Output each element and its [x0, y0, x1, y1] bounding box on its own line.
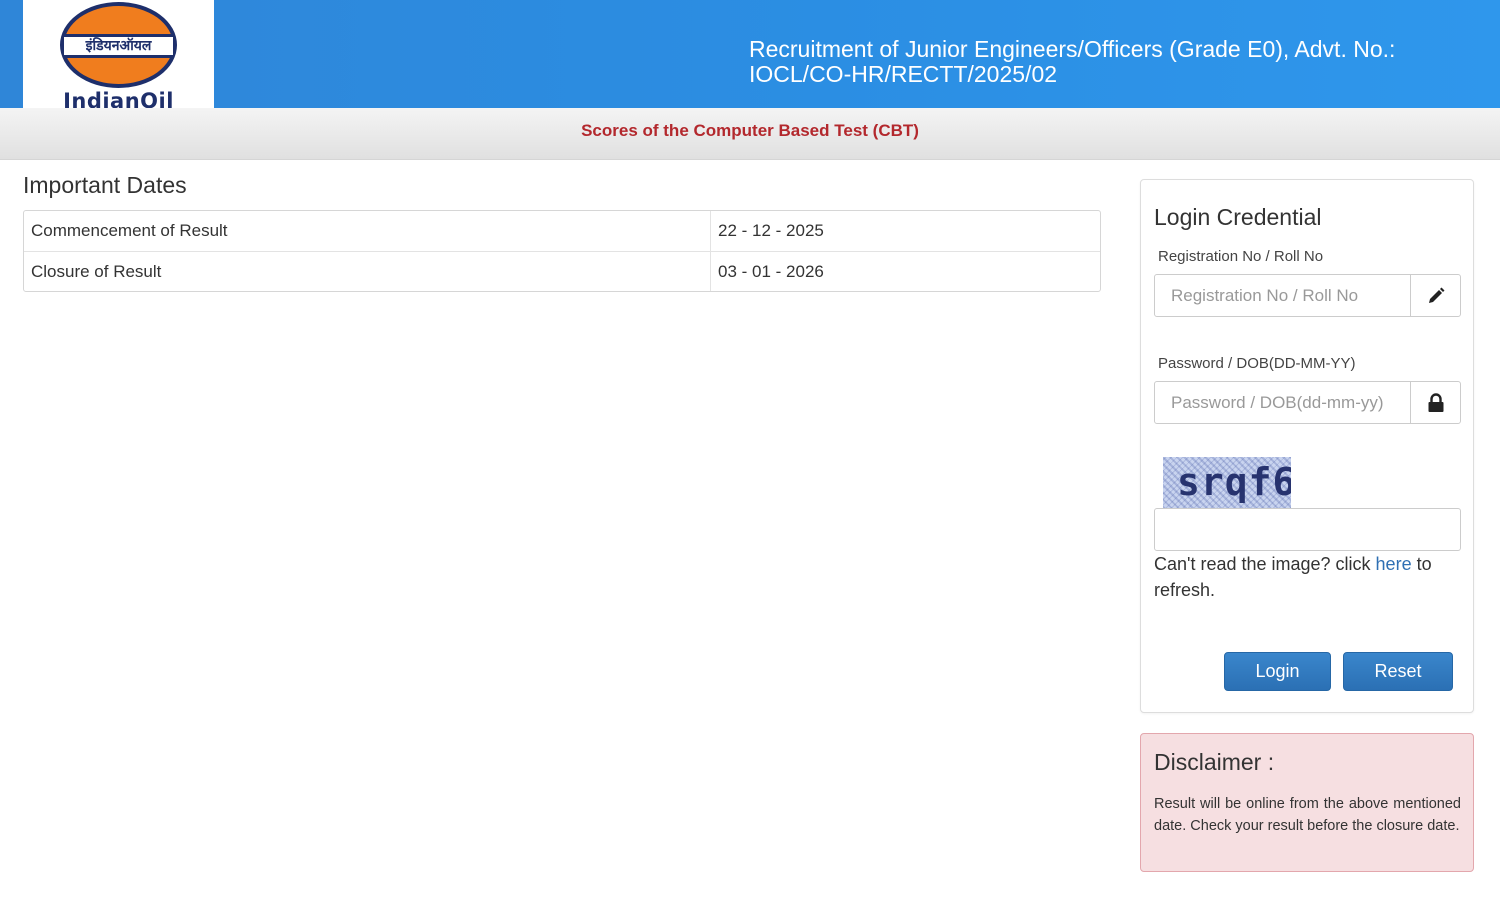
password-label: Password / DOB(DD-MM-YY)	[1158, 355, 1356, 372]
refresh-prefix: Can't read the image? click	[1154, 554, 1376, 574]
logo-wordmark: IndianOil	[63, 89, 174, 108]
subheader-title: Scores of the Computer Based Test (CBT)	[581, 121, 919, 140]
table-row: Commencement of Result 22 - 12 - 2025	[24, 211, 1100, 251]
lock-icon	[1410, 382, 1460, 423]
date-value: 03 - 01 - 2026	[711, 251, 1100, 291]
disclaimer-title: Disclaimer :	[1154, 749, 1275, 775]
registration-input-group	[1154, 274, 1461, 317]
password-input[interactable]	[1155, 382, 1410, 423]
logo-emblem: इंडियनऑयल	[60, 2, 177, 88]
date-value: 22 - 12 - 2025	[718, 221, 824, 240]
disclaimer-text: Result will be online from the above men…	[1154, 796, 1461, 834]
login-button[interactable]: Login	[1224, 652, 1331, 691]
table-row: Closure of Result 03 - 01 - 2026	[24, 251, 1100, 291]
date-label: Closure of Result	[24, 251, 711, 291]
login-title: Login Credential	[1154, 204, 1322, 230]
site-header: इंडियनऑयल IndianOil Recruitment of Junio…	[0, 0, 1500, 108]
captcha-image: srqf6	[1163, 457, 1291, 508]
login-panel: Login Credential Registration No / Roll …	[1140, 179, 1474, 713]
registration-label: Registration No / Roll No	[1158, 248, 1324, 265]
date-label: Commencement of Result	[24, 211, 711, 251]
logo-hindi-text: इंडियनऑयल	[85, 38, 152, 54]
indianoil-logo: इंडियनऑयल IndianOil	[23, 0, 214, 108]
disclaimer-box: Disclaimer : Result will be online from …	[1140, 733, 1474, 872]
recruitment-title: Recruitment of Junior Engineers/Officers…	[749, 36, 1396, 87]
captcha-refresh-link[interactable]: here	[1376, 554, 1412, 574]
password-input-group	[1154, 381, 1461, 424]
important-dates-table: Commencement of Result 22 - 12 - 2025 Cl…	[23, 210, 1101, 292]
reset-button[interactable]: Reset	[1343, 652, 1453, 691]
pencil-icon	[1410, 275, 1460, 316]
captcha-input[interactable]	[1154, 508, 1461, 551]
important-dates-heading: Important Dates	[23, 172, 187, 198]
subheader-bar: Scores of the Computer Based Test (CBT)	[0, 108, 1500, 160]
captcha-refresh-text: Can't read the image? click here to refr…	[1154, 551, 1454, 603]
registration-input[interactable]	[1155, 275, 1410, 316]
captcha-text: srqf6	[1177, 460, 1291, 504]
logo-band: इंडियनऑयल	[64, 34, 173, 58]
